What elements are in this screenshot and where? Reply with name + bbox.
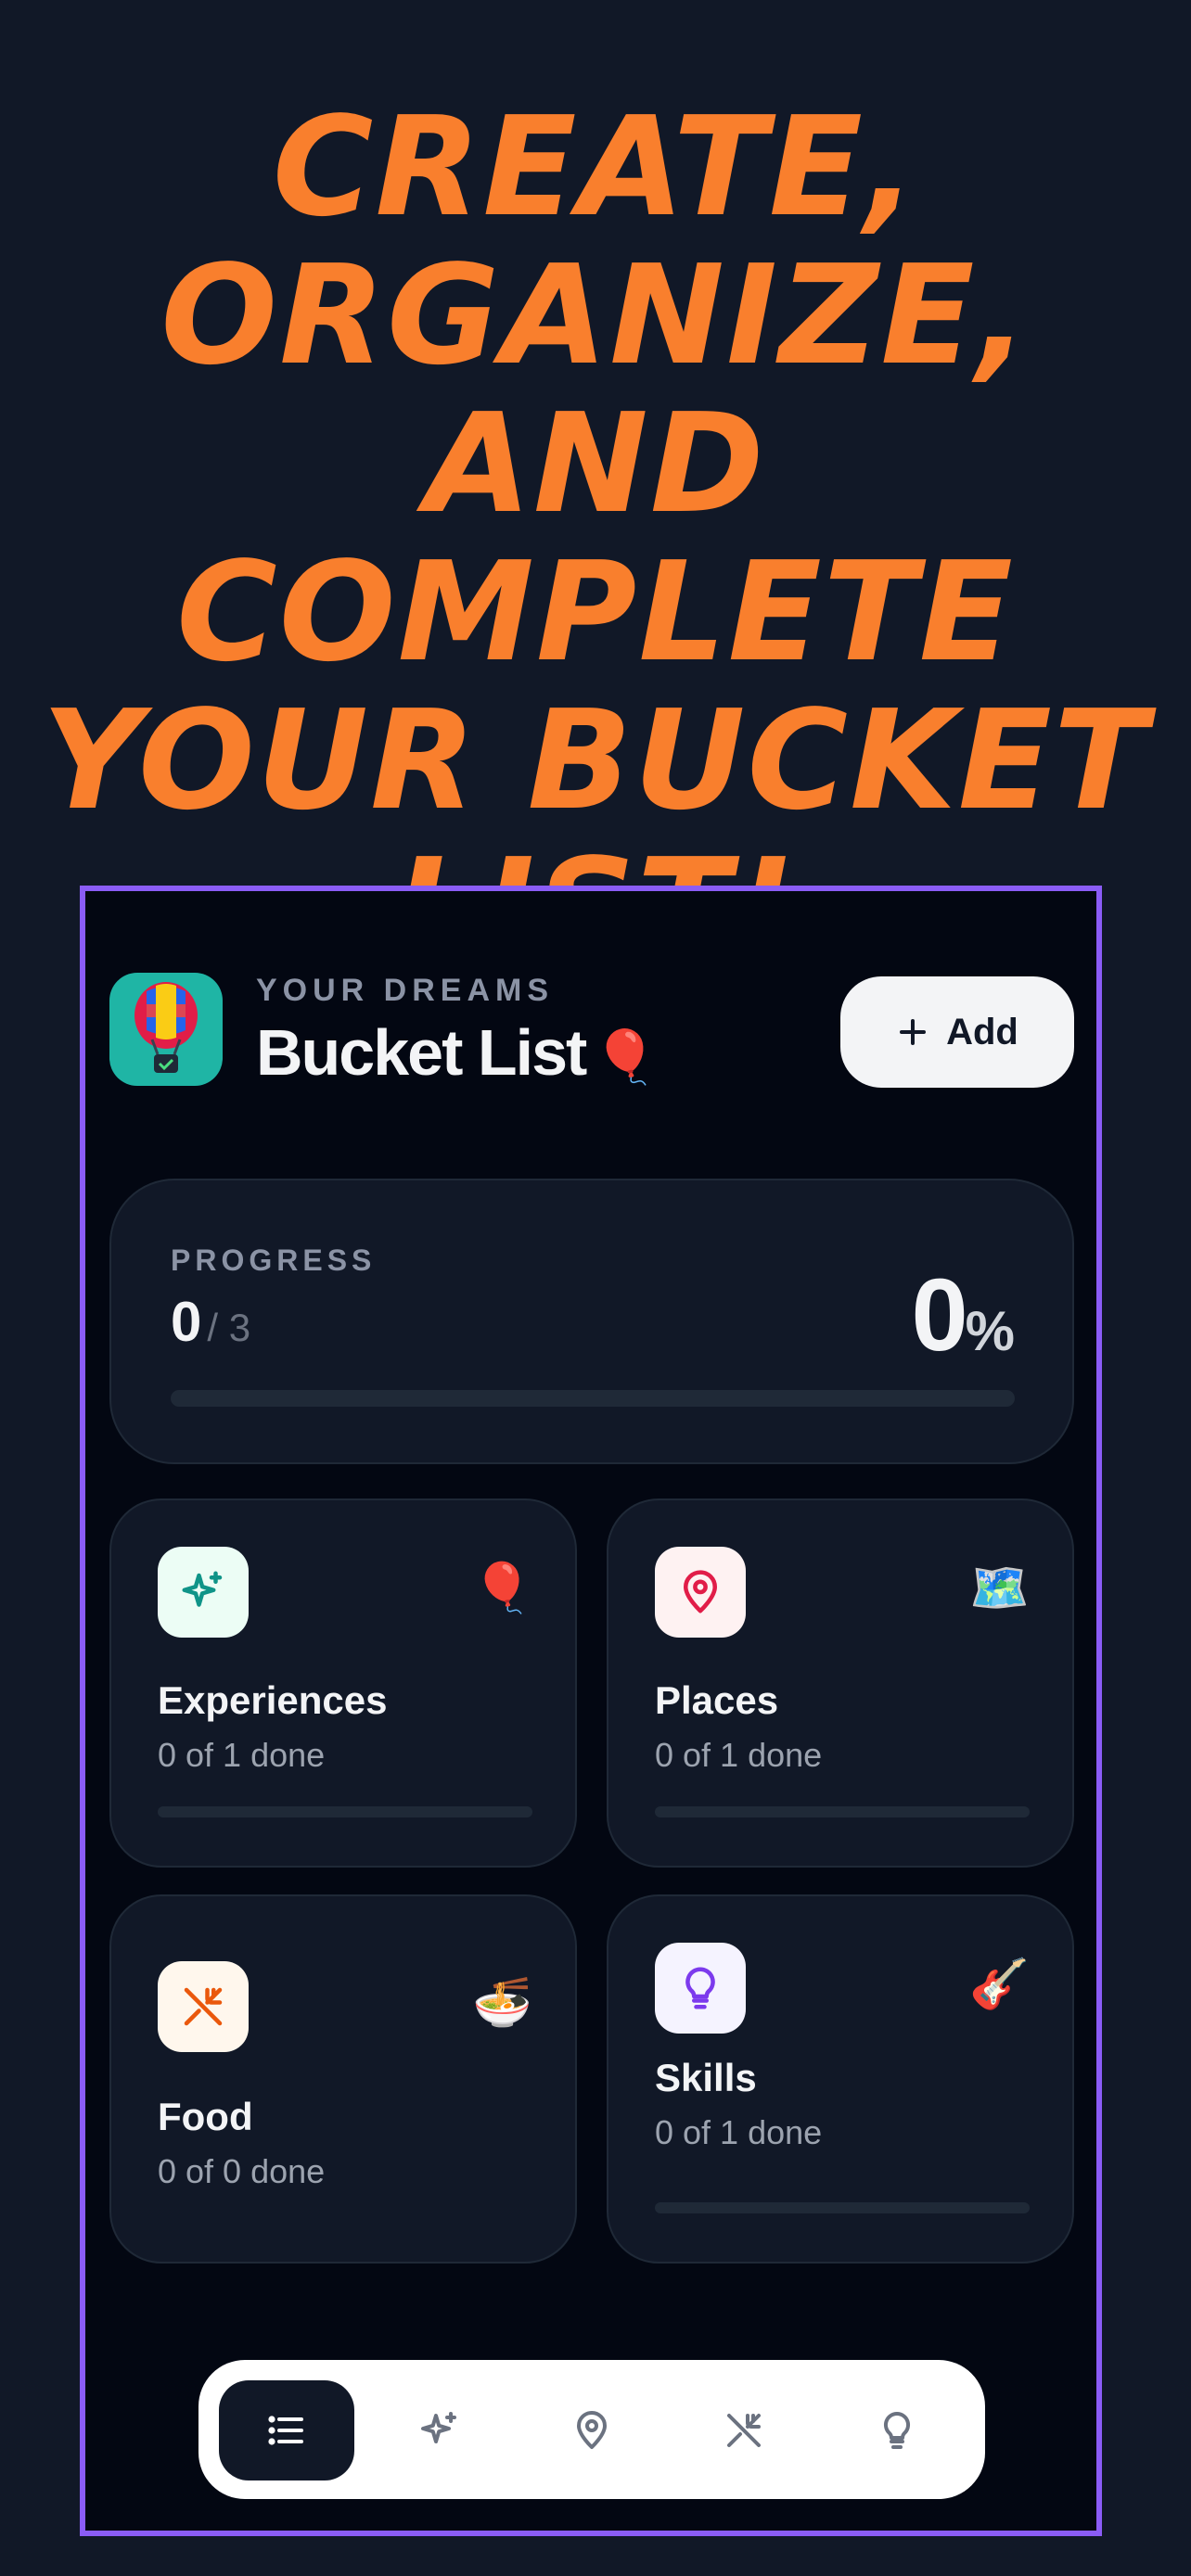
nav-tab-all[interactable] [219, 2380, 354, 2480]
bottom-nav [198, 2360, 985, 2499]
category-card-food[interactable]: 🍜 Food 0 of 0 done [109, 1894, 577, 2264]
percent-symbol: % [965, 1300, 1015, 1362]
category-progress-bar [655, 2202, 1030, 2213]
utensils-icon [158, 1961, 249, 2052]
progress-label: PROGRESS [171, 1243, 377, 1277]
lightbulb-icon [655, 1943, 746, 2034]
page-title-text: Bucket List [256, 1016, 587, 1089]
app-screen: YOUR DREAMS Bucket List 🎈 Add PROGRESS 0/… [80, 886, 1102, 2536]
noodles-emoji-icon: 🍜 [472, 1976, 532, 2030]
nav-tab-food[interactable] [676, 2380, 812, 2480]
progress-percent: 0% [911, 1256, 1015, 1374]
app-header: YOUR DREAMS Bucket List 🎈 Add [109, 969, 1074, 1090]
add-button-label: Add [946, 1011, 1018, 1052]
hot-air-balloon-icon [109, 973, 223, 1086]
category-card-experiences[interactable]: 🎈 Experiences 0 of 1 done [109, 1498, 577, 1868]
category-card-places[interactable]: 🗺️ Places 0 of 1 done [607, 1498, 1074, 1868]
map-emoji-icon: 🗺️ [969, 1562, 1030, 1615]
category-progress-text: 0 of 1 done [655, 2113, 823, 2151]
list-icon [268, 2416, 303, 2445]
page-title: Bucket List 🎈 [256, 1015, 658, 1090]
lightbulb-icon [883, 2411, 911, 2449]
category-name: Places [655, 1678, 779, 1722]
category-name: Skills [655, 2056, 757, 2099]
headline-line: your bucket [42, 681, 1149, 840]
balloon-emoji-icon: 🎈 [472, 1562, 532, 1615]
progress-done-count: 0 [171, 1291, 202, 1353]
category-name: Food [158, 2095, 253, 2138]
nav-tab-experiences[interactable] [372, 2380, 507, 2480]
promo-headline: Create, organize, and complete your buck… [0, 93, 1191, 983]
category-progress-text: 0 of 1 done [655, 1736, 823, 1774]
headline-line: organize, [160, 236, 1031, 395]
balloon-emoji-icon: 🎈 [593, 1027, 659, 1086]
map-pin-icon [577, 2411, 607, 2449]
progress-count: 0/ 3 [171, 1290, 250, 1354]
progress-percent-value: 0 [911, 1258, 967, 1372]
guitar-emoji-icon: 🎸 [969, 1958, 1030, 2011]
header-eyebrow: YOUR DREAMS [256, 973, 555, 1008]
map-pin-icon [655, 1547, 746, 1638]
category-name: Experiences [158, 1678, 388, 1722]
sparkles-icon [158, 1547, 249, 1638]
add-button[interactable]: Add [840, 976, 1074, 1088]
category-progress-text: 0 of 1 done [158, 1736, 326, 1774]
nav-tab-places[interactable] [524, 2380, 660, 2480]
category-progress-text: 0 of 0 done [158, 2152, 326, 2190]
headline-line: and complete [176, 384, 1015, 692]
headline-line: Create, [272, 87, 919, 247]
utensils-icon [727, 2414, 761, 2447]
nav-tab-skills[interactable] [829, 2380, 965, 2480]
sparkles-icon [421, 2412, 456, 2443]
progress-total-count: / 3 [207, 1306, 251, 1349]
category-progress-bar [655, 1806, 1030, 1817]
progress-card: PROGRESS 0/ 3 0% [109, 1179, 1074, 1464]
plus-icon [900, 1019, 927, 1045]
progress-bar [171, 1390, 1015, 1407]
category-card-skills[interactable]: 🎸 Skills 0 of 1 done [607, 1894, 1074, 2264]
category-progress-bar [158, 1806, 532, 1817]
